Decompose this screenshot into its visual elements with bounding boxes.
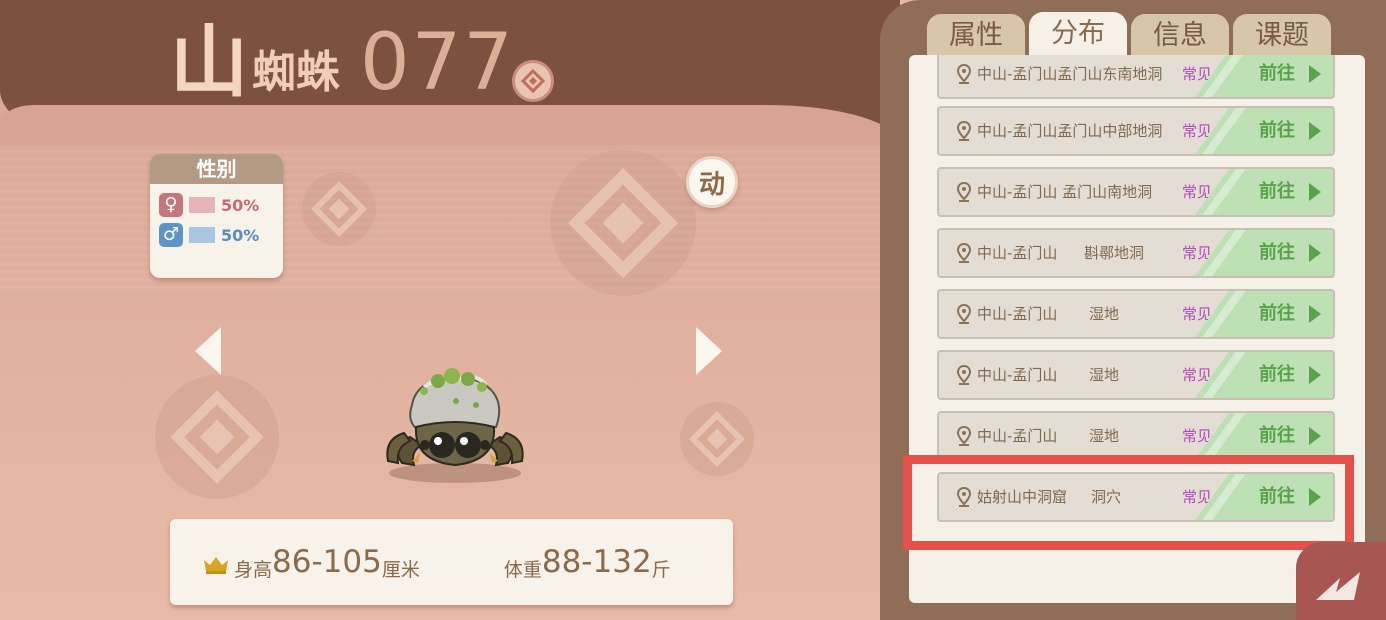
header-curve	[0, 105, 900, 145]
gender-title: 性别	[150, 154, 283, 184]
location-pin-icon	[957, 64, 971, 84]
female-icon: ♀	[159, 193, 183, 217]
go-label: 前往	[1259, 242, 1295, 263]
height-unit: 厘米	[381, 558, 420, 581]
background-stripes	[0, 150, 900, 290]
location-row: 中山-孟门山 湿地 常见 前往	[937, 411, 1335, 461]
height-value: 86-105	[272, 544, 382, 580]
location-pin-icon	[957, 182, 971, 202]
creature-sprite	[386, 368, 524, 483]
crown-icon	[204, 557, 228, 574]
emblem-decoration-icon	[155, 375, 279, 499]
creature-number: 077	[360, 18, 515, 108]
location-row: 中山-孟门山 湿地 常见 前往	[937, 289, 1335, 339]
gender-card: 性别 ♀ 50% ♂ 50%	[150, 154, 283, 278]
location-row: 中山-孟门山孟门山中部地洞 常见 前往	[937, 106, 1335, 156]
play-arrow-icon	[1309, 183, 1321, 201]
location-row: 中山-孟门山 孟门山南地洞 常见 前往	[937, 167, 1335, 217]
weight-stat: 体重 88-132 斤	[504, 543, 671, 582]
play-arrow-icon	[1309, 366, 1321, 384]
location-subarea: 湿地	[1089, 427, 1120, 445]
play-arrow-icon	[1309, 122, 1321, 140]
location-name: 中山-孟门山	[977, 366, 1058, 384]
location-pin-icon	[957, 243, 971, 263]
location-name: 中山-孟门山 孟门山南地洞	[977, 183, 1153, 201]
weight-unit: 斤	[651, 558, 671, 581]
location-row: 中山-孟门山 斟鄩地洞 常见 前往	[937, 228, 1335, 278]
tab-attributes[interactable]: 属性	[927, 14, 1025, 58]
location-name: 中山-孟门山	[977, 427, 1058, 445]
location-pin-icon	[957, 121, 971, 141]
height-label: 身高	[234, 558, 273, 581]
male-icon: ♂	[159, 223, 183, 247]
height-stat: 身高 86-105 厘米	[234, 543, 420, 582]
location-name: 中山-孟门山孟门山东南地洞	[977, 65, 1163, 83]
emblem-decoration-icon	[302, 172, 376, 246]
weight-label: 体重	[503, 558, 542, 581]
previous-arrow-icon[interactable]	[195, 327, 221, 375]
gender-male-row: ♂ 50%	[150, 220, 283, 250]
location-name: 中山-孟门山孟门山中部地洞	[977, 122, 1163, 140]
creature-name: 蜘蛛	[252, 47, 341, 98]
location-name: 中山-孟门山	[977, 305, 1058, 323]
location-pin-icon	[957, 304, 971, 324]
play-arrow-icon	[1309, 305, 1321, 323]
go-label: 前往	[1259, 364, 1295, 385]
male-ratio-bar	[189, 227, 215, 243]
play-arrow-icon	[1309, 244, 1321, 262]
tab-tasks[interactable]: 课题	[1233, 14, 1331, 58]
gender-female-row: ♀ 50%	[150, 190, 283, 220]
emblem-decoration-icon	[680, 402, 754, 476]
location-name: 中山-孟门山	[977, 244, 1058, 262]
location-subarea: 湿地	[1089, 305, 1120, 323]
female-percent: 50%	[221, 195, 260, 215]
location-pin-icon	[957, 365, 971, 385]
element-badge-icon	[512, 60, 554, 102]
selection-highlight	[903, 455, 1354, 550]
tab-distribution[interactable]: 分布	[1029, 12, 1127, 60]
next-arrow-icon[interactable]	[696, 327, 722, 375]
location-row: 中山-孟门山孟门山东南地洞 常见 前往	[937, 55, 1335, 99]
go-label: 前往	[1259, 120, 1295, 141]
female-ratio-bar	[189, 197, 215, 213]
location-subarea: 斟鄩地洞	[1084, 244, 1145, 262]
go-label: 前往	[1259, 63, 1295, 84]
swoosh-icon	[1316, 572, 1360, 600]
creature-title: 山 蜘蛛 077	[170, 8, 515, 109]
go-label: 前往	[1259, 425, 1295, 446]
emblem-decoration-icon	[550, 150, 696, 296]
title-habitat-char: 山	[170, 17, 249, 108]
location-row: 中山-孟门山 湿地 常见 前往	[937, 350, 1335, 400]
weight-value: 88-132	[541, 544, 652, 580]
size-stats-card: 身高 86-105 厘米 体重 88-132 斤	[170, 519, 733, 605]
tab-info[interactable]: 信息	[1131, 14, 1229, 58]
play-arrow-icon	[1309, 65, 1321, 83]
return-button[interactable]	[1296, 542, 1386, 620]
play-arrow-icon	[1309, 427, 1321, 445]
location-pin-icon	[957, 426, 971, 446]
male-percent: 50%	[221, 225, 260, 245]
animate-button[interactable]: 动	[686, 156, 738, 208]
location-subarea: 湿地	[1089, 366, 1120, 384]
go-label: 前往	[1259, 181, 1295, 202]
go-label: 前往	[1259, 303, 1295, 324]
